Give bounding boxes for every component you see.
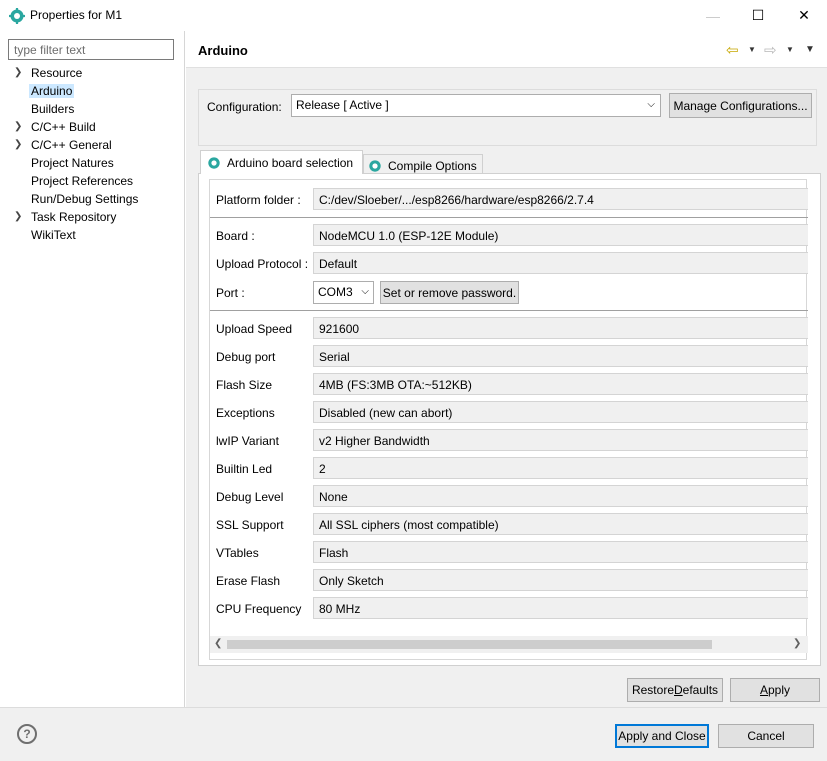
option-row: SSL Support All SSL ciphers (most compat… bbox=[210, 513, 808, 535]
sloeber-gear-icon bbox=[9, 8, 25, 24]
set-password-button[interactable]: Set or remove password. bbox=[380, 281, 519, 304]
chevron-right-icon[interactable]: ❯ bbox=[14, 64, 24, 82]
filter-input[interactable] bbox=[8, 39, 174, 60]
configuration-group: Configuration: Release [ Active ] ⌵ Mana… bbox=[198, 89, 817, 146]
dialog-button-bar: ? Apply and Close Cancel bbox=[0, 707, 827, 761]
chevron-right-icon[interactable]: ❯ bbox=[14, 118, 24, 136]
left-panel: ❯Resource Arduino Builders ❯C/C++ Build … bbox=[0, 31, 185, 707]
flash-size-field[interactable]: 4MB (FS:3MB OTA:~512KB) bbox=[313, 373, 808, 395]
platform-folder-field[interactable]: C:/dev/Sloeber/.../esp8266/hardware/esp8… bbox=[313, 188, 808, 210]
lwip-variant-field[interactable]: v2 Higher Bandwidth bbox=[313, 429, 808, 451]
window-title: Properties for M1 bbox=[30, 8, 123, 22]
forward-history-dropdown[interactable]: ▼ bbox=[786, 45, 794, 54]
tree-item-project-references[interactable]: Project References bbox=[0, 172, 185, 190]
option-row: Builtin Led 2 bbox=[210, 457, 808, 479]
option-row: Erase Flash Only Sketch bbox=[210, 569, 808, 591]
separator bbox=[210, 217, 808, 218]
tree-item-resource[interactable]: ❯ Resource bbox=[0, 64, 185, 82]
chevron-down-icon: ⌵ bbox=[647, 99, 655, 110]
tree-item-project-natures[interactable]: Project Natures bbox=[0, 154, 185, 172]
manage-configurations-button[interactable]: Manage Configurations... bbox=[669, 93, 812, 118]
board-field[interactable]: NodeMCU 1.0 (ESP-12E Module) bbox=[313, 224, 808, 246]
horizontal-scrollbar[interactable]: ❮ ❯ bbox=[210, 636, 808, 653]
sloeber-gear-icon bbox=[208, 156, 220, 169]
port-select[interactable]: COM3 ⌵ bbox=[313, 281, 374, 304]
tree-item-builders[interactable]: Builders bbox=[0, 100, 185, 118]
option-row: lwIP Variant v2 Higher Bandwidth bbox=[210, 429, 808, 451]
property-tree: ❯ Resource Arduino Builders ❯ C/C++ Build … bbox=[0, 64, 185, 244]
chevron-right-icon[interactable]: ❯ bbox=[14, 136, 24, 154]
configuration-label: Configuration: bbox=[207, 100, 282, 114]
platform-folder-row: Platform folder : C:/dev/Sloeber/.../esp… bbox=[210, 188, 808, 210]
upload-protocol-field[interactable]: Default bbox=[313, 252, 808, 274]
tree-item-cpp-build[interactable]: ❯ C/C++ Build bbox=[0, 118, 185, 136]
scroll-left-icon[interactable]: ❮ bbox=[214, 638, 222, 649]
chevron-right-icon[interactable]: ❯ bbox=[14, 208, 24, 226]
option-row: Debug Level None bbox=[210, 485, 808, 507]
port-row: Port : COM3 ⌵ Set or remove password. bbox=[210, 281, 808, 304]
ssl-support-field[interactable]: All SSL ciphers (most compatible) bbox=[313, 513, 808, 535]
view-menu-icon[interactable]: ▼ bbox=[805, 44, 815, 55]
exceptions-field[interactable]: Disabled (new can abort) bbox=[313, 401, 808, 423]
scrollbar-thumb[interactable] bbox=[227, 640, 712, 649]
title-bar: Properties for M1 — ☐ ✕ bbox=[0, 0, 827, 31]
upload-speed-field[interactable]: 921600 bbox=[313, 317, 808, 339]
option-row: Exceptions Disabled (new can abort) bbox=[210, 401, 808, 423]
option-row: CPU Frequency 80 MHz bbox=[210, 597, 808, 619]
apply-and-close-button[interactable]: Apply and Close bbox=[615, 724, 709, 748]
back-history-dropdown[interactable]: ▼ bbox=[748, 45, 756, 54]
apply-button[interactable]: Apply bbox=[730, 678, 820, 702]
vtables-field[interactable]: Flash bbox=[313, 541, 808, 563]
tree-item-wikitext[interactable]: WikiText bbox=[0, 226, 185, 244]
maximize-button[interactable]: ☐ bbox=[735, 0, 781, 31]
sloeber-gear-icon bbox=[369, 159, 381, 172]
scroll-right-icon[interactable]: ❯ bbox=[793, 638, 801, 649]
configuration-select[interactable]: Release [ Active ] ⌵ bbox=[291, 94, 661, 117]
upload-protocol-row: Upload Protocol : Default bbox=[210, 252, 808, 274]
tab-arduino-board-selection[interactable]: Arduino board selection bbox=[200, 150, 363, 174]
builtin-led-field[interactable]: 2 bbox=[313, 457, 808, 479]
tab-content: Platform folder : C:/dev/Sloeber/.../esp… bbox=[198, 173, 821, 666]
chevron-down-icon: ⌵ bbox=[361, 286, 369, 297]
option-row: Upload Speed 921600 bbox=[210, 317, 808, 339]
tree-item-run-debug-settings[interactable]: Run/Debug Settings bbox=[0, 190, 185, 208]
main-area: Configuration: Release [ Active ] ⌵ Mana… bbox=[186, 68, 827, 707]
cancel-button[interactable]: Cancel bbox=[718, 724, 814, 748]
separator bbox=[210, 310, 808, 311]
page-title: Arduino bbox=[198, 43, 248, 58]
minimize-button[interactable]: — bbox=[690, 0, 736, 31]
cpu-frequency-field[interactable]: 80 MHz bbox=[313, 597, 808, 619]
close-button[interactable]: ✕ bbox=[781, 0, 827, 31]
option-row: VTables Flash bbox=[210, 541, 808, 563]
back-arrow-icon[interactable]: ⇦ bbox=[726, 41, 739, 59]
restore-defaults-button[interactable]: Restore Defaults bbox=[627, 678, 723, 702]
board-settings-panel: Platform folder : C:/dev/Sloeber/.../esp… bbox=[209, 179, 808, 660]
tree-item-arduino[interactable]: Arduino bbox=[0, 82, 185, 100]
option-row: Debug port Serial bbox=[210, 345, 808, 367]
option-row: Flash Size 4MB (FS:3MB OTA:~512KB) bbox=[210, 373, 808, 395]
board-row: Board : NodeMCU 1.0 (ESP-12E Module) bbox=[210, 224, 808, 246]
debug-level-field[interactable]: None bbox=[313, 485, 808, 507]
erase-flash-field[interactable]: Only Sketch bbox=[313, 569, 808, 591]
page-header: Arduino ⇦ ▼ ⇨ ▼ ▼ bbox=[186, 31, 827, 68]
forward-arrow-icon[interactable]: ⇨ bbox=[764, 41, 777, 59]
tree-item-task-repository[interactable]: ❯ Task Repository bbox=[0, 208, 185, 226]
tree-item-cpp-general[interactable]: ❯ C/C++ General bbox=[0, 136, 185, 154]
debug-port-field[interactable]: Serial bbox=[313, 345, 808, 367]
help-icon[interactable]: ? bbox=[17, 724, 37, 744]
